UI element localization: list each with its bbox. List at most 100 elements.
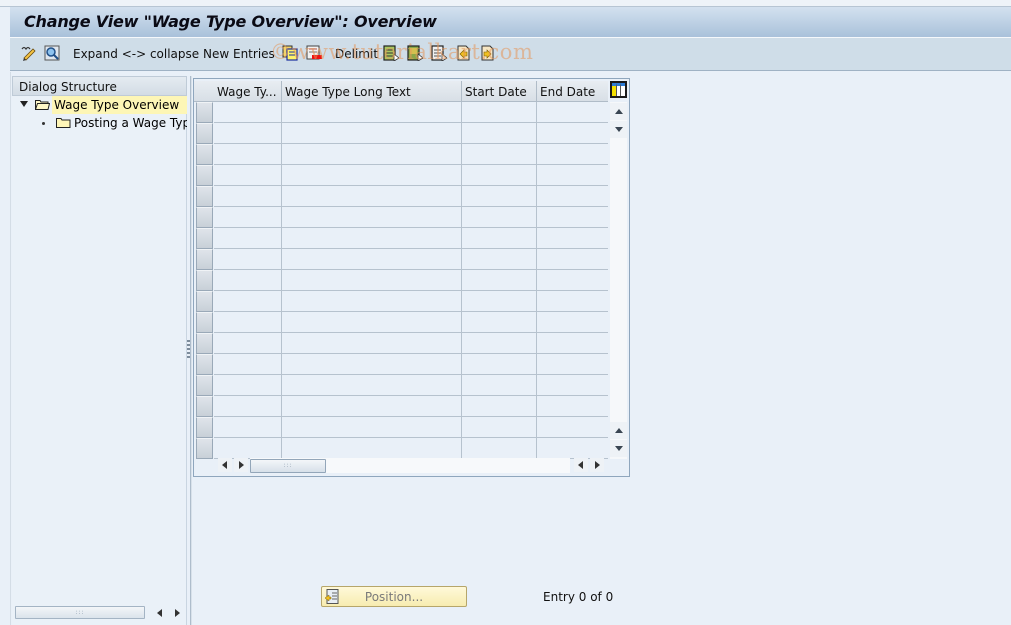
cell-end-date[interactable] <box>537 249 608 270</box>
scroll-left-end-button[interactable] <box>574 458 588 472</box>
cell-long-text[interactable] <box>282 207 462 228</box>
tree-node-posting-wage-type[interactable]: Posting a Wage Type <box>12 114 187 132</box>
next-entry-icon[interactable] <box>479 45 495 61</box>
row-selector[interactable] <box>196 312 213 333</box>
cell-start-date[interactable] <box>462 228 537 249</box>
horizontal-scroll-track[interactable]: ::: <box>250 458 570 473</box>
select-block-icon[interactable] <box>407 45 423 61</box>
row-selector[interactable] <box>196 354 213 375</box>
row-selector[interactable] <box>196 102 213 123</box>
row-selector[interactable] <box>196 396 213 417</box>
row-selector[interactable] <box>196 186 213 207</box>
cell-long-text[interactable] <box>282 165 462 186</box>
cell-end-date[interactable] <box>537 333 608 354</box>
cell-long-text[interactable] <box>282 186 462 207</box>
scroll-right-end-button[interactable] <box>590 458 604 472</box>
cell-long-text[interactable] <box>282 270 462 291</box>
cell-start-date[interactable] <box>462 312 537 333</box>
row-selector[interactable] <box>196 165 213 186</box>
row-selector[interactable] <box>196 333 213 354</box>
cell-end-date[interactable] <box>537 123 608 144</box>
cell-wage-type[interactable] <box>214 228 282 249</box>
tree-node-wage-type-overview[interactable]: Wage Type Overview <box>12 96 187 114</box>
row-selector[interactable] <box>196 291 213 312</box>
cell-start-date[interactable] <box>462 270 537 291</box>
delimit-button[interactable]: Delimit <box>335 45 378 63</box>
expand-arrow-icon[interactable] <box>20 101 28 107</box>
row-selector[interactable] <box>196 417 213 438</box>
cell-long-text[interactable] <box>282 312 462 333</box>
cell-start-date[interactable] <box>462 186 537 207</box>
cell-end-date[interactable] <box>537 312 608 333</box>
scroll-left-icon[interactable] <box>157 609 162 617</box>
cell-end-date[interactable] <box>537 207 608 228</box>
column-header-end-date[interactable]: End Date <box>537 81 608 102</box>
horizontal-scroll-thumb[interactable]: ::: <box>250 459 326 473</box>
cell-wage-type[interactable] <box>214 396 282 417</box>
cell-wage-type[interactable] <box>214 438 282 459</box>
page-up-button[interactable] <box>610 422 627 439</box>
cell-start-date[interactable] <box>462 144 537 165</box>
row-selector[interactable] <box>196 144 213 165</box>
cell-long-text[interactable] <box>282 375 462 396</box>
copy-as-icon[interactable] <box>282 45 298 61</box>
dialog-structure-scroll-thumb[interactable]: ::: <box>15 606 145 619</box>
column-header-wage-type[interactable]: Wage Ty... <box>214 81 282 102</box>
cell-wage-type[interactable] <box>214 354 282 375</box>
row-selector[interactable] <box>196 228 213 249</box>
cell-end-date[interactable] <box>537 396 608 417</box>
delete-icon[interactable] <box>306 45 322 61</box>
scroll-left-button[interactable] <box>218 458 232 472</box>
horizontal-scrollbar[interactable]: ::: <box>214 458 608 473</box>
cell-wage-type[interactable] <box>214 291 282 312</box>
cell-wage-type[interactable] <box>214 270 282 291</box>
vertical-scrollbar[interactable] <box>610 102 627 459</box>
cell-wage-type[interactable] <box>214 375 282 396</box>
cell-end-date[interactable] <box>537 102 608 123</box>
scroll-down-button[interactable] <box>610 440 627 457</box>
cell-long-text[interactable] <box>282 333 462 354</box>
cell-start-date[interactable] <box>462 333 537 354</box>
cell-long-text[interactable] <box>282 144 462 165</box>
select-all-icon[interactable] <box>383 45 399 61</box>
row-selector[interactable] <box>196 249 213 270</box>
splitter-grip-icon[interactable] <box>187 340 190 358</box>
cell-wage-type[interactable] <box>214 333 282 354</box>
cell-wage-type[interactable] <box>214 102 282 123</box>
deselect-all-icon[interactable] <box>431 45 447 61</box>
expand-collapse-button[interactable]: Expand <-> collapse <box>73 45 199 63</box>
new-entries-button[interactable]: New Entries <box>203 45 275 63</box>
cell-long-text[interactable] <box>282 228 462 249</box>
cell-long-text[interactable] <box>282 291 462 312</box>
cell-wage-type[interactable] <box>214 207 282 228</box>
previous-entry-icon[interactable] <box>455 45 471 61</box>
row-selector[interactable] <box>196 270 213 291</box>
scroll-right-button[interactable] <box>234 458 248 472</box>
cell-wage-type[interactable] <box>214 249 282 270</box>
cell-wage-type[interactable] <box>214 186 282 207</box>
cell-start-date[interactable] <box>462 165 537 186</box>
scroll-right-icon[interactable] <box>175 609 180 617</box>
cell-wage-type[interactable] <box>214 312 282 333</box>
page-down-button[interactable] <box>610 121 627 138</box>
cell-start-date[interactable] <box>462 207 537 228</box>
row-selector[interactable] <box>196 438 213 459</box>
cell-start-date[interactable] <box>462 102 537 123</box>
cell-start-date[interactable] <box>462 438 537 459</box>
cell-wage-type[interactable] <box>214 165 282 186</box>
cell-end-date[interactable] <box>537 165 608 186</box>
cell-end-date[interactable] <box>537 144 608 165</box>
cell-end-date[interactable] <box>537 228 608 249</box>
cell-start-date[interactable] <box>462 354 537 375</box>
scroll-up-button[interactable] <box>610 103 627 120</box>
cell-long-text[interactable] <box>282 417 462 438</box>
cell-end-date[interactable] <box>537 291 608 312</box>
cell-long-text[interactable] <box>282 438 462 459</box>
cell-start-date[interactable] <box>462 291 537 312</box>
cell-end-date[interactable] <box>537 438 608 459</box>
table-settings-icon[interactable] <box>610 81 627 98</box>
cell-wage-type[interactable] <box>214 123 282 144</box>
cell-long-text[interactable] <box>282 396 462 417</box>
cell-long-text[interactable] <box>282 123 462 144</box>
column-header-start-date[interactable]: Start Date <box>462 81 537 102</box>
